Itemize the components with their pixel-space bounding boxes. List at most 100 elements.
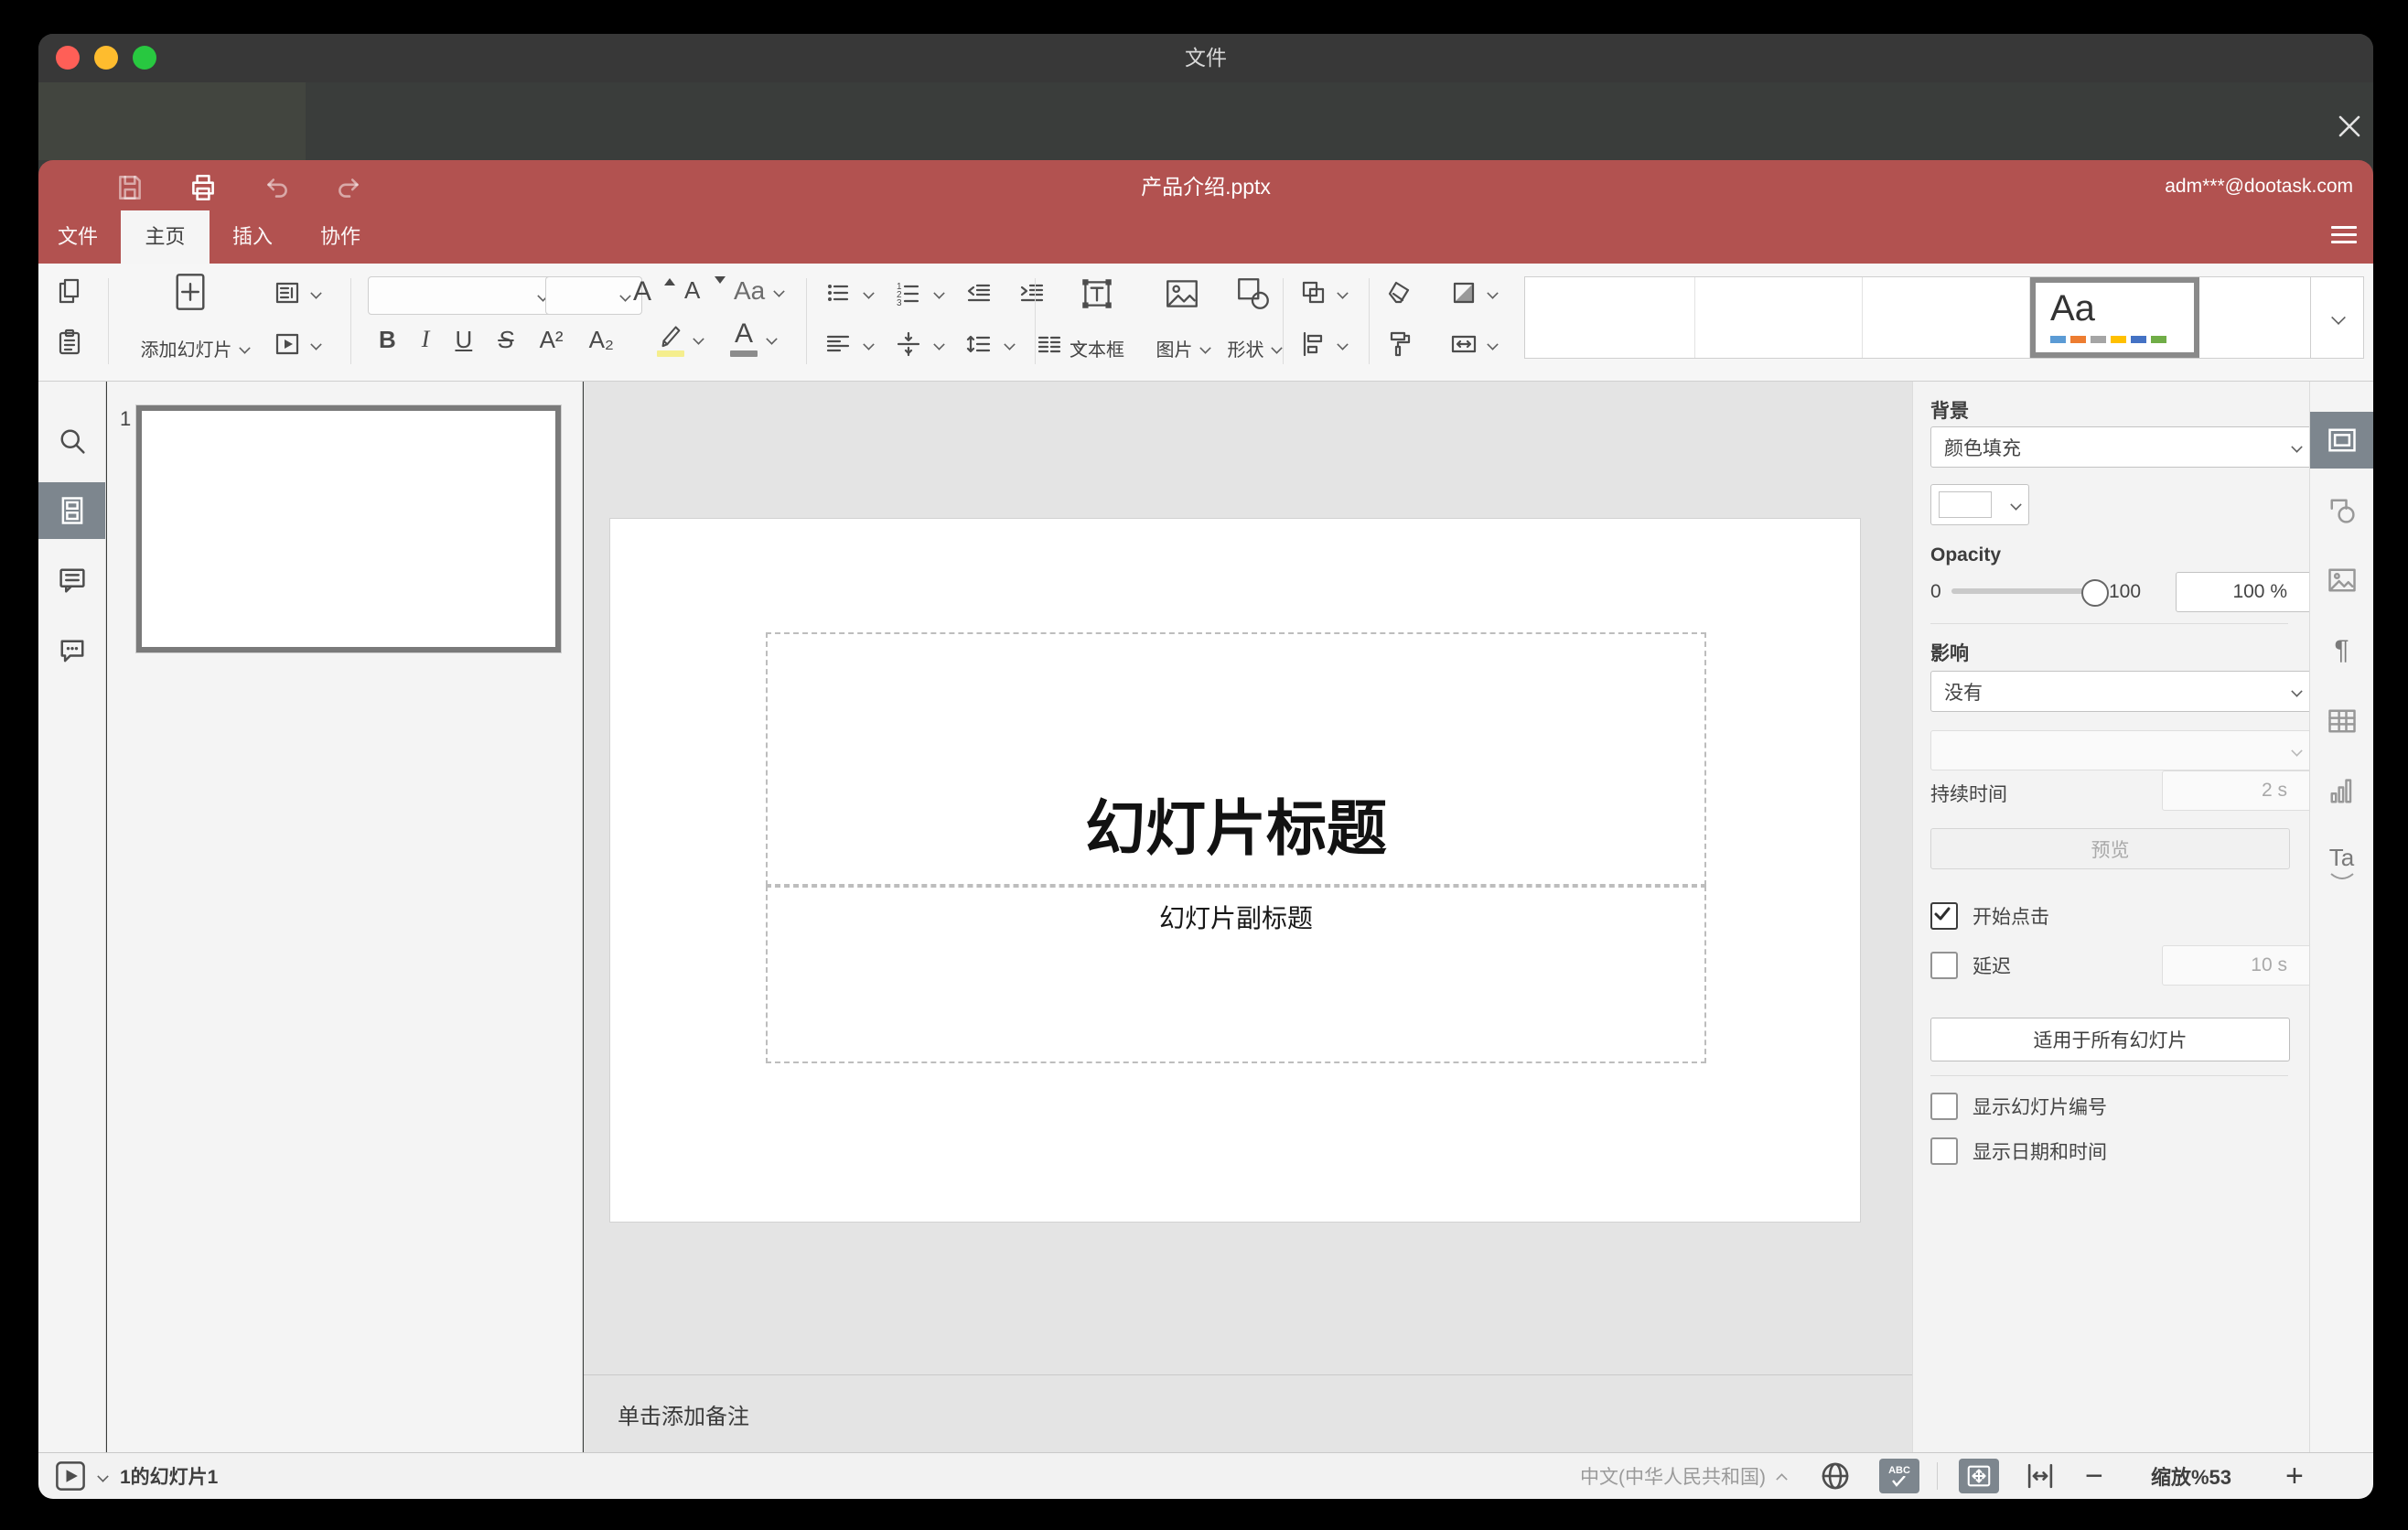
theme-tile[interactable]	[1695, 277, 1863, 358]
shape-settings-button[interactable]	[2310, 482, 2373, 539]
effect-type-select-disabled[interactable]	[1930, 730, 2316, 770]
fit-to-width-button[interactable]	[2023, 1453, 2058, 1499]
fit-to-slide-button[interactable]	[1959, 1453, 1999, 1499]
start-on-click-checkbox[interactable]	[1930, 902, 1958, 930]
highlight-color-bar	[657, 350, 684, 357]
insert-shape-button[interactable]	[1219, 275, 1288, 313]
theme-tile[interactable]	[1525, 277, 1695, 358]
copy-style-button[interactable]	[1385, 329, 1414, 359]
search-panel-button[interactable]	[38, 413, 105, 469]
apply-to-all-slides-button[interactable]: 适用于所有幻灯片	[1930, 1018, 2290, 1061]
duration-spinner[interactable]: 2 s	[2162, 770, 2330, 811]
opacity-slider-track[interactable]	[1951, 588, 2089, 594]
superscript-button[interactable]: A²	[540, 328, 564, 351]
font-name-select[interactable]	[368, 276, 560, 315]
slide-layout-button[interactable]	[273, 278, 322, 307]
vertical-align-button[interactable]	[894, 329, 923, 359]
start-slideshow-button[interactable]	[273, 329, 322, 359]
menu-icon[interactable]	[2331, 226, 2357, 246]
effect-select[interactable]: 没有	[1930, 671, 2316, 712]
arrange-shape-button[interactable]	[1299, 278, 1349, 307]
tab-insert[interactable]: 插入	[221, 210, 284, 264]
add-slide-button[interactable]	[126, 271, 254, 313]
slides-panel-button[interactable]	[38, 482, 105, 539]
show-date-time-checkbox[interactable]	[1930, 1137, 1958, 1165]
bold-button[interactable]: B	[379, 328, 396, 351]
tab-collaboration[interactable]: 协作	[309, 210, 371, 264]
comments-panel-button[interactable]	[38, 552, 105, 609]
slide-size-icon	[1451, 335, 1477, 353]
italic-button[interactable]: I	[422, 328, 430, 351]
search-icon	[60, 429, 85, 454]
slide-settings-button[interactable]	[2310, 412, 2373, 469]
change-case-button[interactable]: Aa	[734, 278, 785, 304]
horizontal-align-button[interactable]	[823, 329, 853, 359]
insert-image-button[interactable]	[1147, 275, 1217, 313]
background-fill-select[interactable]: 颜色填充	[1930, 426, 2316, 468]
insert-image-menu[interactable]: 图片	[1142, 335, 1224, 361]
align-shape-button[interactable]	[1299, 329, 1349, 359]
chart-settings-button[interactable]	[2310, 763, 2373, 820]
font-color-button[interactable]: A	[730, 320, 778, 357]
add-slide-menu[interactable]: 添加幻灯片	[126, 335, 263, 361]
theme-gallery-expand-button[interactable]	[2310, 276, 2364, 359]
chat-panel-button[interactable]	[38, 623, 105, 680]
color-swatch	[1939, 491, 1992, 518]
numbering-button[interactable]: 123	[894, 278, 923, 307]
zoom-in-button[interactable]: +	[2285, 1453, 2304, 1499]
show-slide-number-checkbox[interactable]	[1930, 1093, 1958, 1120]
slide-settings-icon	[2327, 428, 2356, 452]
theme-tile[interactable]	[2199, 277, 2311, 358]
textart-settings-button[interactable]: Ta	[2310, 834, 2373, 890]
fill-color-button[interactable]	[1449, 278, 1499, 307]
language-selector[interactable]: 中文(中华人民共和国)	[1580, 1453, 1788, 1499]
subscript-button[interactable]: A₂	[589, 328, 614, 351]
opacity-value-spinner[interactable]: 100 %	[2176, 572, 2330, 612]
paragraph-settings-button[interactable]: ¶	[2310, 622, 2373, 679]
underline-button[interactable]: U	[455, 328, 472, 351]
language-caret-icon	[1776, 1472, 1788, 1485]
copy-button[interactable]	[55, 276, 84, 306]
right-settings-strip: ¶ Ta	[2309, 382, 2373, 1452]
start-slideshow-statusbar-button[interactable]	[54, 1453, 109, 1499]
theme-tile-selected[interactable]: Aa	[2030, 277, 2199, 358]
image-settings-button[interactable]	[2310, 552, 2373, 609]
shape-settings-icon	[2330, 499, 2355, 523]
zoom-level[interactable]: 缩放%53	[2151, 1453, 2231, 1499]
tab-home[interactable]: 主页	[121, 210, 210, 264]
document-language-button[interactable]	[1818, 1453, 1853, 1499]
font-size-select[interactable]	[545, 276, 642, 315]
textbox-button[interactable]	[1056, 275, 1138, 313]
background-color-picker[interactable]	[1930, 484, 2029, 525]
theme-tile[interactable]	[1863, 277, 2030, 358]
notes-area[interactable]: 单击添加备注	[584, 1374, 1912, 1452]
tab-file[interactable]: 文件	[48, 210, 108, 264]
font-increase-button[interactable]: A	[633, 278, 676, 306]
subtitle-placeholder[interactable]: 幻灯片副标题	[766, 886, 1706, 1063]
spellcheck-button[interactable]: ABC	[1879, 1453, 1919, 1499]
slide-surface[interactable]: 幻灯片标题 幻灯片副标题	[609, 518, 1861, 1223]
delay-spinner[interactable]: 10 s	[2162, 945, 2330, 986]
clear-style-button[interactable]	[1385, 278, 1414, 307]
title-placeholder[interactable]: 幻灯片标题	[766, 632, 1706, 886]
duration-label: 持续时间	[1930, 784, 2007, 805]
opacity-slider-knob[interactable]	[2081, 579, 2109, 607]
close-icon[interactable]	[2333, 110, 2366, 143]
slide-subtitle-text: 幻灯片副标题	[1158, 904, 1313, 932]
slide-thumbnail-selected[interactable]	[135, 404, 562, 653]
paste-button[interactable]	[55, 328, 84, 357]
bullets-button[interactable]	[823, 278, 853, 307]
font-decrease-button[interactable]: A	[684, 276, 726, 302]
highlight-color-button[interactable]	[657, 320, 704, 357]
decrease-indent-button[interactable]	[964, 278, 994, 307]
increase-indent-button[interactable]	[1017, 278, 1047, 307]
slide-size-button[interactable]	[1449, 329, 1499, 359]
preview-button[interactable]: 预览	[1930, 828, 2290, 869]
macos-titlebar: 文件	[38, 34, 2373, 82]
zoom-out-button[interactable]: −	[2085, 1453, 2103, 1499]
strikeout-button[interactable]: S	[498, 328, 513, 351]
increase-arrow-icon	[664, 278, 676, 286]
line-spacing-button[interactable]	[964, 329, 994, 359]
table-settings-button[interactable]	[2310, 693, 2373, 749]
delay-checkbox[interactable]	[1930, 952, 1958, 979]
